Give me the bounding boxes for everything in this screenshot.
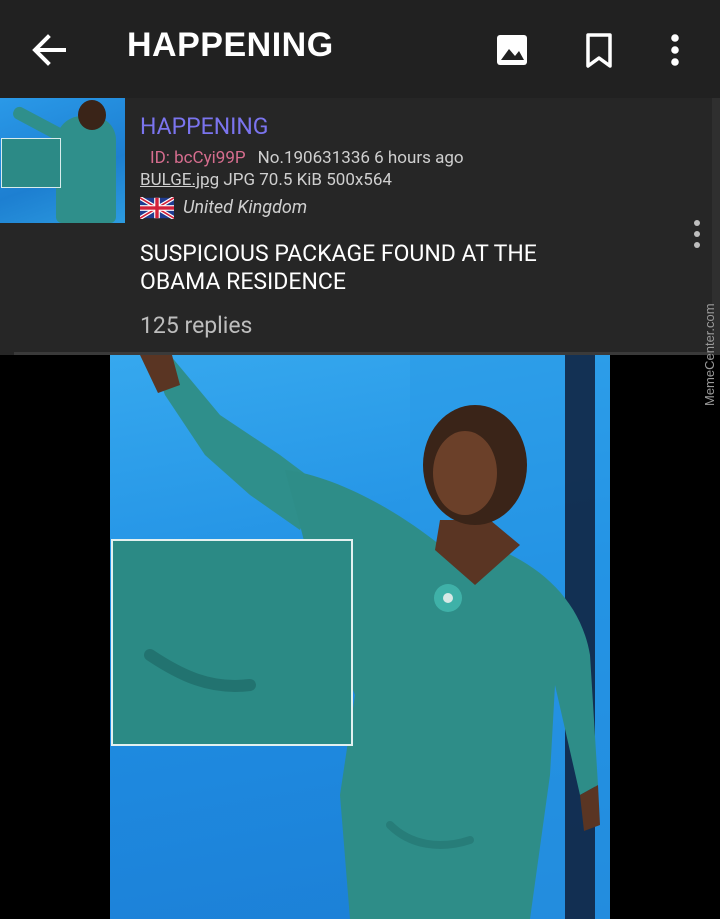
app-bar: HAPPENING	[0, 0, 720, 98]
reply-count[interactable]: 125 replies	[140, 312, 252, 339]
post-image[interactable]	[110, 355, 610, 919]
image-icon[interactable]	[489, 27, 535, 73]
file-info: JPG 70.5 KiB 500x564	[219, 170, 392, 190]
thumbnail-figure	[56, 116, 116, 223]
thread-title: HAPPENING	[140, 113, 269, 140]
post-meta-line: ID: bcCyi99P No.190631336 6 hours ago	[150, 148, 464, 168]
page-title: HAPPENING	[127, 26, 334, 64]
file-name-link[interactable]: BULGE.jpg	[140, 170, 219, 190]
thumbnail-inset-zoom	[1, 138, 61, 188]
bookmark-icon[interactable]	[576, 27, 622, 73]
post-subject: SUSPICIOUS PACKAGE FOUND AT THE OBAMA RE…	[140, 240, 537, 295]
post-number-time[interactable]: No.190631336 6 hours ago	[258, 148, 464, 168]
post-overflow-icon[interactable]	[688, 218, 706, 252]
meme-center-watermark: MemeCenter.com	[702, 303, 717, 406]
thread-post-card[interactable]	[0, 98, 720, 355]
uk-flag-icon	[140, 197, 174, 219]
more-vert-icon[interactable]	[652, 27, 698, 73]
poster-id[interactable]: ID: bcCyi99P	[150, 148, 246, 168]
poster-country: United Kingdom	[183, 197, 308, 218]
post-image-illustration	[111, 355, 610, 919]
post-thumbnail[interactable]	[0, 98, 125, 223]
thumbnail-figure-head	[78, 100, 106, 130]
back-arrow-icon[interactable]	[26, 27, 72, 73]
file-info-line: BULGE.jpg JPG 70.5 KiB 500x564	[140, 170, 392, 190]
